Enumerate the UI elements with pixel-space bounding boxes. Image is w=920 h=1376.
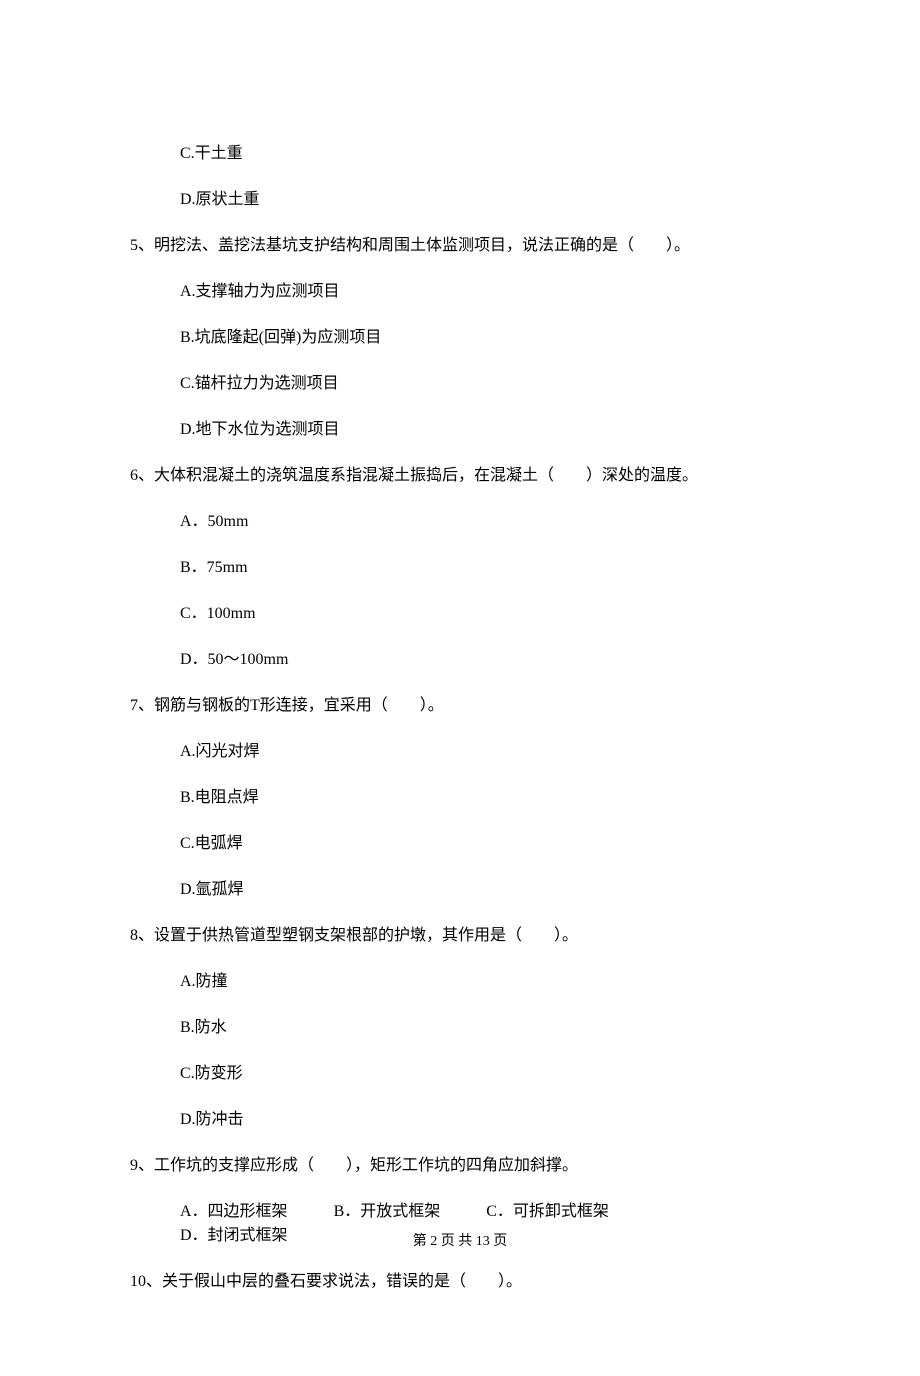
q8-option-label: B.防水: [180, 1016, 790, 1040]
q7-option-label: B.电阻点焊: [180, 786, 790, 810]
q6-option-label: C．100mm: [180, 602, 790, 626]
q5-option-label: D.地下水位为选测项目: [180, 418, 790, 442]
q5-option-label: C.锚杆拉力为选测项目: [180, 372, 790, 396]
q7-option-label: A.闪光对焊: [180, 740, 790, 764]
q5-option-label: B.坑底隆起(回弹)为应测项目: [180, 326, 790, 350]
q8-stem: 8、设置于供热管道型塑钢支架根部的护墩，其作用是（ ）。: [130, 924, 790, 948]
q9-option-label: B．开放式框架: [334, 1200, 441, 1224]
q4-option-label: C.干土重: [180, 142, 790, 166]
q9-stem: 9、工作坑的支撑应形成（ ），矩形工作坑的四角应加斜撑。: [130, 1154, 790, 1178]
q10-stem: 10、关于假山中层的叠石要求说法，错误的是（ ）。: [130, 1270, 790, 1294]
q6-stem: 6、大体积混凝土的浇筑温度系指混凝土振捣后，在混凝土（ ）深处的温度。: [130, 464, 790, 488]
q8-option-label: C.防变形: [180, 1062, 790, 1086]
q9-option-label: C．可拆卸式框架: [486, 1200, 609, 1224]
q7-stem: 7、钢筋与钢板的T形连接，宜采用（ ）。: [130, 694, 790, 718]
q8-option-label: D.防冲击: [180, 1108, 790, 1132]
page-content: C.干土重 D.原状土重 5、明挖法、盖挖法基坑支护结构和周围土体监测项目，说法…: [0, 0, 920, 1376]
q5-stem: 5、明挖法、盖挖法基坑支护结构和周围土体监测项目，说法正确的是（ ）。: [130, 234, 790, 258]
q7-option-label: D.氩孤焊: [180, 878, 790, 902]
q6-option-label: D．50～100mm: [180, 648, 790, 672]
q5-option-label: A.支撑轴力为应测项目: [180, 280, 790, 304]
q8-option-label: A.防撞: [180, 970, 790, 994]
q7-option-label: C.电弧焊: [180, 832, 790, 856]
q4-option-label: D.原状土重: [180, 188, 790, 212]
q6-option-label: B．75mm: [180, 556, 790, 580]
q6-option-label: A．50mm: [180, 510, 790, 534]
page-footer: 第 2 页 共 13 页: [0, 1231, 920, 1252]
q9-option-label: A．四边形框架: [180, 1200, 288, 1224]
